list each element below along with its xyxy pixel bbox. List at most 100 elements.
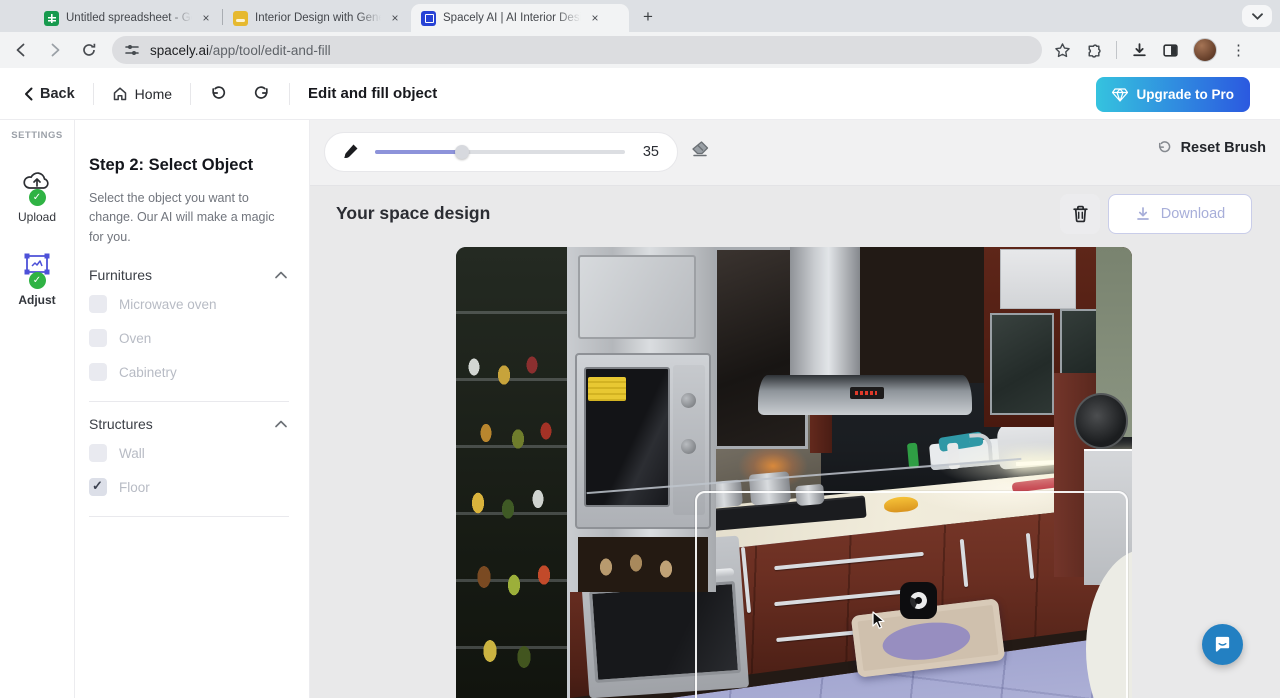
eraser-button[interactable] (690, 140, 710, 158)
spacely-favicon-icon (421, 11, 436, 26)
step-description: Select the object you want to change. Ou… (89, 189, 281, 247)
section-structures[interactable]: Structures (89, 416, 287, 432)
document-favicon-icon (233, 11, 248, 26)
white-cabinet-door (1000, 249, 1076, 309)
bookmark-star-icon[interactable] (1054, 42, 1071, 59)
brush-icon (341, 143, 359, 161)
redo-button[interactable] (253, 85, 271, 103)
checkbox[interactable] (89, 363, 107, 381)
download-icon (1135, 206, 1151, 222)
microwave-knob (681, 439, 696, 454)
toolbar-divider (1116, 41, 1117, 59)
select-object-panel: Step 2: Select Object Select the object … (75, 120, 310, 698)
microwave-sticker (588, 377, 626, 401)
upload-label: Upload (18, 210, 56, 224)
upgrade-label: Upgrade to Pro (1136, 87, 1234, 102)
adjust-complete-check-icon: ✓ (29, 272, 46, 289)
browser-toolbar: spacely.ai/app/tool/edit-and-fill ⋮ (0, 32, 1280, 68)
tab-spacely-active[interactable]: Spacely AI | AI Interior Desig × (411, 4, 629, 32)
slider-fill (375, 150, 462, 154)
section-label: Furnitures (89, 267, 152, 283)
upload-complete-check-icon: ✓ (29, 189, 46, 206)
extensions-puzzle-icon[interactable] (1085, 42, 1102, 59)
tab-interior-design[interactable]: Interior Design with Generati × (223, 4, 411, 32)
kitchen-fan (1074, 393, 1128, 449)
tower-open-cubby (578, 537, 708, 592)
checkbox-label: Cabinetry (119, 365, 177, 380)
download-button[interactable]: Download (1108, 194, 1252, 234)
upgrade-to-pro-button[interactable]: Upgrade to Pro (1096, 77, 1250, 112)
checkbox[interactable] (89, 329, 107, 347)
brush-size-control: 35 (324, 132, 678, 172)
checkbox-item-oven[interactable]: Oven (89, 321, 289, 355)
tab-spreadsheet[interactable]: Untitled spreadsheet - Googl × (34, 4, 222, 32)
back-nav-icon[interactable] (8, 37, 34, 63)
tab-close-icon[interactable]: × (387, 10, 403, 26)
checkbox[interactable] (89, 478, 107, 496)
back-label: Back (40, 86, 75, 102)
checkbox[interactable] (89, 295, 107, 313)
header-divider (190, 83, 191, 105)
reset-brush-label: Reset Brush (1181, 140, 1266, 156)
adjust-label: Adjust (18, 293, 55, 307)
kitchen-pantry-shelf (456, 247, 570, 698)
rail-item-upload[interactable]: ✓ Upload (0, 169, 74, 224)
slider-thumb[interactable] (455, 145, 469, 159)
section-furnitures[interactable]: Furnitures (89, 267, 287, 283)
chevron-up-icon (275, 420, 287, 428)
forward-nav-icon[interactable] (42, 37, 68, 63)
checkbox-item-microwave-oven[interactable]: Microwave oven (89, 287, 289, 321)
url-path: /app/tool/edit-and-fill (209, 43, 331, 58)
site-settings-icon[interactable] (124, 42, 140, 58)
checkbox[interactable] (89, 444, 107, 462)
reload-icon[interactable] (76, 37, 102, 63)
delete-design-button[interactable] (1060, 194, 1100, 234)
address-bar[interactable]: spacely.ai/app/tool/edit-and-fill (112, 36, 1042, 64)
panel-divider (89, 401, 289, 402)
settings-rail-title: SETTINGS (0, 130, 74, 141)
tab-title: Spacely AI | AI Interior Desig (443, 12, 581, 24)
rail-item-adjust[interactable]: ✓ Adjust (0, 252, 74, 307)
checkbox-label: Floor (119, 480, 150, 495)
checkbox-item-cabinetry[interactable]: Cabinetry (89, 355, 289, 389)
page-title: Edit and fill object (308, 85, 437, 102)
checkbox-item-wall[interactable]: Wall (89, 436, 289, 470)
tab-title: Untitled spreadsheet - Googl (66, 12, 192, 24)
chat-messenger-button[interactable] (1202, 624, 1243, 665)
home-icon (112, 86, 128, 102)
checkbox-item-floor[interactable]: Floor (89, 470, 289, 504)
glass-cabinet-door (990, 313, 1054, 415)
tab-list-chevron-button[interactable] (1242, 5, 1272, 27)
undo-button[interactable] (209, 85, 227, 103)
home-label: Home (135, 86, 172, 102)
back-button[interactable]: Back (24, 86, 75, 102)
profile-avatar[interactable] (1193, 38, 1217, 62)
hood-display (850, 387, 884, 399)
downloads-icon[interactable] (1131, 42, 1148, 59)
section-label: Structures (89, 416, 153, 432)
trash-icon (1072, 205, 1089, 223)
space-design-image[interactable] (456, 247, 1132, 698)
step-title: Step 2: Select Object (89, 156, 289, 175)
tab-close-icon[interactable]: × (198, 10, 214, 26)
reset-undo-icon (1156, 140, 1172, 156)
canvas-title: Your space design (336, 203, 490, 224)
header-divider (289, 83, 290, 105)
kitchen-appliance-tower (568, 247, 716, 592)
reset-brush-button[interactable]: Reset Brush (1156, 140, 1266, 156)
header-divider (93, 83, 94, 105)
mouse-cursor (872, 611, 887, 630)
settings-rail: SETTINGS ✓ Upload ✓ Adjust (0, 120, 75, 698)
new-tab-button[interactable]: + (635, 4, 661, 30)
brush-size-slider[interactable] (375, 150, 625, 154)
panel-divider (89, 516, 289, 517)
chat-bubble-icon (1213, 635, 1232, 654)
checkbox-label: Wall (119, 446, 145, 461)
tower-upper-door (578, 255, 696, 339)
diamond-icon (1112, 88, 1128, 102)
microwave-knob (681, 393, 696, 408)
browser-menu-icon[interactable]: ⋮ (1231, 43, 1246, 58)
side-panel-icon[interactable] (1162, 42, 1179, 59)
home-button[interactable]: Home (112, 86, 172, 102)
tab-close-icon[interactable]: × (587, 10, 603, 26)
